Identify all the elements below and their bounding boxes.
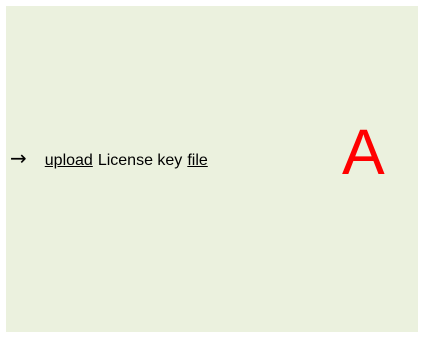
right-arrow-icon: →	[10, 146, 27, 170]
upload-link[interactable]: upload	[45, 152, 93, 170]
license-key-text: License key	[97, 152, 183, 169]
file-link[interactable]: file	[187, 152, 207, 170]
annotation-marker-a: A	[342, 116, 385, 188]
instruction-line: → upload License key file	[10, 146, 208, 170]
